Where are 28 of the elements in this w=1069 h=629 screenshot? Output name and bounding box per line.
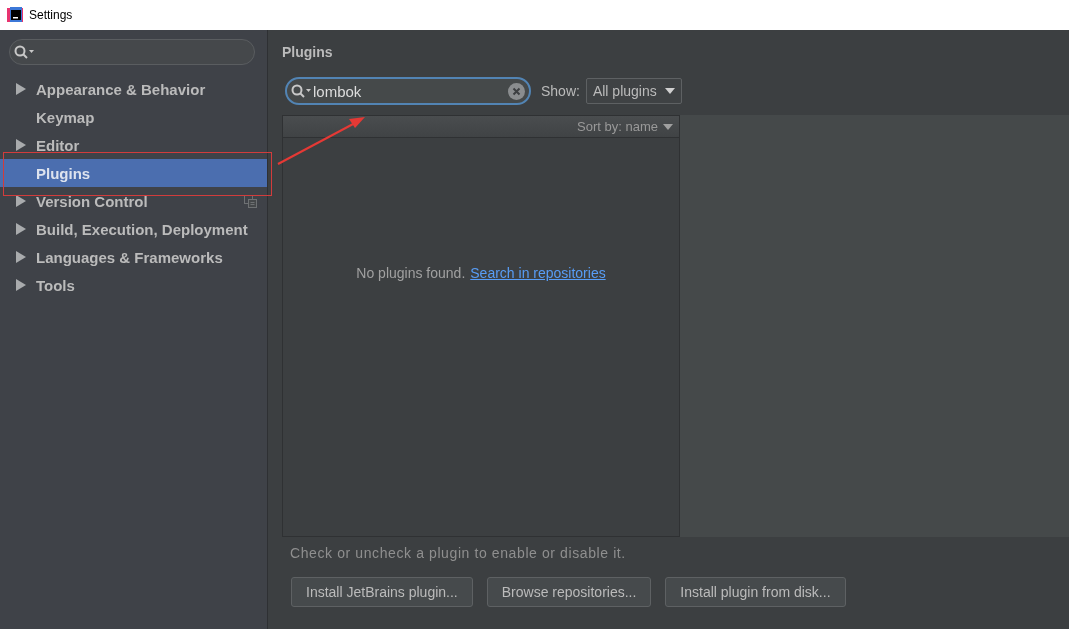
clear-icon[interactable] bbox=[508, 82, 525, 100]
search-icon bbox=[14, 45, 34, 59]
app-logo-icon bbox=[7, 7, 23, 23]
sidebar-item[interactable]: Version Control bbox=[0, 187, 267, 215]
sidebar-item[interactable]: Editor bbox=[0, 131, 267, 159]
search-repositories-link[interactable]: Search in repositories bbox=[470, 265, 606, 536]
hint-text: Check or uncheck a plugin to enable or disable it. bbox=[289, 545, 627, 561]
caret-icon bbox=[664, 88, 675, 94]
search-input[interactable]: lombok bbox=[311, 81, 508, 101]
page-title: Plugins bbox=[282, 44, 334, 60]
sidebar-item[interactable]: Keymap bbox=[0, 103, 267, 131]
empty-message: No plugins found. bbox=[356, 265, 466, 283]
window-title: Settings bbox=[29, 8, 73, 22]
action-button[interactable]: Install plugin from disk... bbox=[665, 577, 846, 607]
caret-icon bbox=[663, 123, 673, 130]
sidebar-item[interactable]: Tools bbox=[0, 271, 267, 299]
action-button[interactable]: Browse repositories... bbox=[486, 577, 652, 607]
search-field[interactable] bbox=[9, 39, 255, 65]
sidebar-item[interactable]: Appearance & Behavior bbox=[0, 75, 267, 103]
plugin-search-field[interactable]: lombok bbox=[285, 77, 531, 105]
action-button[interactable]: Install JetBrains plugin... bbox=[291, 577, 473, 607]
sidebar-item[interactable]: Build, Execution, Deployment bbox=[0, 215, 267, 243]
show-label: Show: bbox=[541, 83, 580, 99]
sidebar-item[interactable]: Plugins bbox=[0, 159, 267, 187]
search-icon bbox=[291, 84, 311, 98]
show-dropdown[interactable]: All plugins bbox=[585, 78, 682, 104]
sort-header[interactable]: Sort by: name bbox=[283, 116, 679, 138]
sidebar-item[interactable]: Languages & Frameworks bbox=[0, 243, 267, 271]
